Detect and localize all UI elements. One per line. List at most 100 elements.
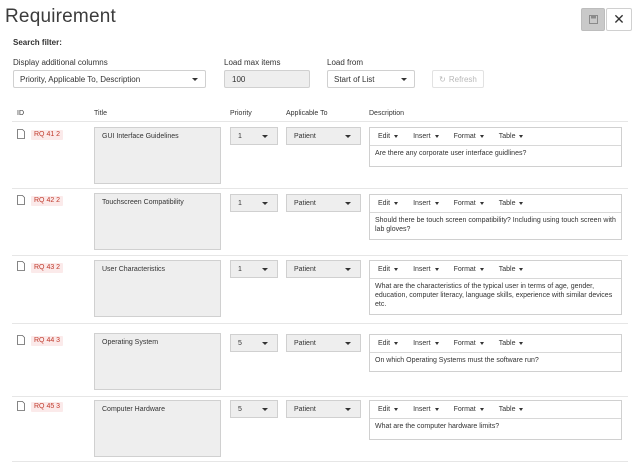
refresh-icon: ↻ <box>439 74 446 84</box>
format-menu[interactable]: Format <box>446 406 484 413</box>
row-divider <box>12 255 628 256</box>
chevron-down-icon <box>434 135 439 138</box>
table-menu[interactable]: Table <box>491 266 524 273</box>
requirement-id-link[interactable]: RQ 41 2 <box>31 130 64 140</box>
priority-value: 1 <box>238 199 242 207</box>
description-editor[interactable]: Edit Insert Format Table Should there be… <box>369 194 622 240</box>
document-icon <box>17 401 25 411</box>
edit-menu[interactable]: Edit <box>370 133 399 140</box>
chevron-down-icon <box>345 342 351 345</box>
priority-select[interactable]: 1 <box>230 260 278 278</box>
save-button[interactable] <box>581 8 605 31</box>
chevron-down-icon <box>262 408 268 411</box>
format-menu[interactable]: Format <box>446 200 484 207</box>
edit-menu[interactable]: Edit <box>370 340 399 347</box>
applicable-to-value: Patient <box>294 405 316 413</box>
applicable-to-select[interactable]: Patient <box>286 260 361 278</box>
applicable-to-select[interactable]: Patient <box>286 127 361 145</box>
title-field[interactable]: Operating System <box>94 333 221 390</box>
edit-menu[interactable]: Edit <box>370 406 399 413</box>
chevron-down-icon <box>345 202 351 205</box>
max-items-label: Load max items <box>224 58 281 67</box>
applicable-to-select[interactable]: Patient <box>286 400 361 418</box>
table-menu[interactable]: Table <box>491 340 524 347</box>
row-divider <box>12 461 628 462</box>
max-items-input[interactable]: 100 <box>224 70 310 88</box>
description-editor[interactable]: Edit Insert Format Table What are the co… <box>369 400 622 440</box>
search-filter-label: Search filter: <box>13 38 62 47</box>
chevron-down-icon <box>479 202 484 205</box>
priority-value: 5 <box>238 339 242 347</box>
insert-menu[interactable]: Insert <box>405 340 439 347</box>
priority-select[interactable]: 5 <box>230 400 278 418</box>
editor-toolbar: Edit Insert Format Table <box>370 128 621 146</box>
edit-menu[interactable]: Edit <box>370 266 399 273</box>
requirement-id-link[interactable]: RQ 44 3 <box>31 336 64 346</box>
description-text[interactable]: Are there any corporate user interface g… <box>370 146 621 161</box>
format-menu[interactable]: Format <box>446 340 484 347</box>
load-from-select[interactable]: Start of List <box>327 70 415 88</box>
chevron-down-icon <box>401 78 407 81</box>
priority-value: 1 <box>238 132 242 140</box>
format-menu[interactable]: Format <box>446 266 484 273</box>
applicable-to-select[interactable]: Patient <box>286 194 361 212</box>
description-editor[interactable]: Edit Insert Format Table Are there any c… <box>369 127 622 167</box>
requirement-id-link[interactable]: RQ 42 2 <box>31 196 64 206</box>
priority-select[interactable]: 1 <box>230 127 278 145</box>
description-text[interactable]: What are the characteristics of the typi… <box>370 279 621 312</box>
description-text[interactable]: What are the computer hardware limits? <box>370 419 621 434</box>
row-divider <box>12 396 628 397</box>
priority-select[interactable]: 1 <box>230 194 278 212</box>
refresh-button[interactable]: ↻ Refresh <box>432 70 484 88</box>
page-title: Requirement <box>5 6 116 27</box>
close-icon: ✕ <box>613 11 625 27</box>
floppy-disk-icon <box>588 15 598 24</box>
insert-menu[interactable]: Insert <box>405 406 439 413</box>
table-menu[interactable]: Table <box>491 133 524 140</box>
priority-select[interactable]: 5 <box>230 334 278 352</box>
requirement-id-link[interactable]: RQ 45 3 <box>31 402 64 412</box>
columns-select-value: Priority, Applicable To, Description <box>20 74 141 84</box>
header-applicable: Applicable To <box>286 110 328 117</box>
requirement-id-link[interactable]: RQ 43 2 <box>31 263 64 273</box>
description-text[interactable]: On which Operating Systems must the soft… <box>370 353 621 368</box>
description-text[interactable]: Should there be touch screen compatibili… <box>370 213 621 237</box>
chevron-down-icon <box>394 408 399 411</box>
chevron-down-icon <box>479 268 484 271</box>
chevron-down-icon <box>262 268 268 271</box>
description-editor[interactable]: Edit Insert Format Table What are the ch… <box>369 260 622 315</box>
columns-select[interactable]: Priority, Applicable To, Description <box>13 70 206 88</box>
chevron-down-icon <box>479 135 484 138</box>
title-field[interactable]: User Characteristics <box>94 260 221 317</box>
priority-value: 1 <box>238 265 242 273</box>
editor-toolbar: Edit Insert Format Table <box>370 261 621 279</box>
applicable-to-value: Patient <box>294 199 316 207</box>
format-menu[interactable]: Format <box>446 133 484 140</box>
header-title: Title <box>94 110 107 117</box>
insert-menu[interactable]: Insert <box>405 200 439 207</box>
columns-label: Display additional columns <box>13 58 108 67</box>
insert-menu[interactable]: Insert <box>405 266 439 273</box>
close-button[interactable]: ✕ <box>606 8 632 31</box>
chevron-down-icon <box>519 135 524 138</box>
header-priority: Priority <box>230 110 252 117</box>
applicable-to-value: Patient <box>294 132 316 140</box>
description-editor[interactable]: Edit Insert Format Table On which Operat… <box>369 334 622 372</box>
title-field[interactable]: Touchscreen Compatibility <box>94 193 221 250</box>
edit-menu[interactable]: Edit <box>370 200 399 207</box>
document-icon <box>17 195 25 205</box>
insert-menu[interactable]: Insert <box>405 133 439 140</box>
document-icon <box>17 335 25 345</box>
applicable-to-value: Patient <box>294 265 316 273</box>
applicable-to-select[interactable]: Patient <box>286 334 361 352</box>
editor-toolbar: Edit Insert Format Table <box>370 195 621 213</box>
table-menu[interactable]: Table <box>491 406 524 413</box>
chevron-down-icon <box>262 202 268 205</box>
table-menu[interactable]: Table <box>491 200 524 207</box>
row-divider <box>12 188 628 189</box>
title-field[interactable]: GUI Interface Guidelines <box>94 127 221 184</box>
chevron-down-icon <box>479 408 484 411</box>
title-field[interactable]: Computer Hardware <box>94 400 221 457</box>
document-icon <box>17 261 25 271</box>
chevron-down-icon <box>262 342 268 345</box>
